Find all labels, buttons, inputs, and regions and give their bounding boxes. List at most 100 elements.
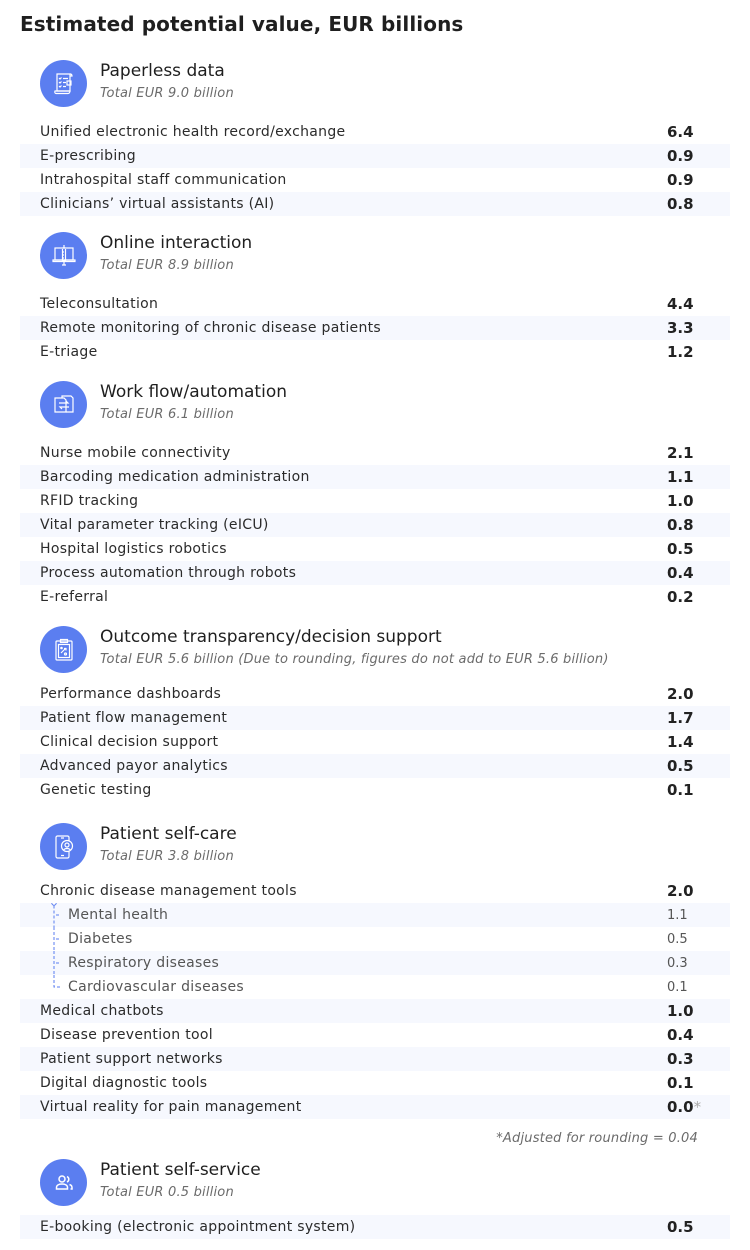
table-row: Patient flow management 1.7 (20, 706, 730, 730)
table-row: Vital parameter tracking (eICU) 0.8 (20, 513, 730, 537)
row-label: Respiratory diseases (68, 955, 220, 971)
table-row: Teleconsultation 4.4 (20, 292, 730, 316)
document-swap-icon (40, 381, 87, 428)
section-title: Patient self-service (100, 1160, 261, 1180)
row-label: Mental health (68, 907, 169, 923)
row-label: Virtual reality for pain management (40, 1099, 302, 1115)
table-row: Disease prevention tool 0.4 (20, 1023, 730, 1047)
table-row: Digital diagnostic tools 0.1 (20, 1071, 730, 1095)
table-row: Unified electronic health record/exchang… (20, 120, 730, 144)
document-checklist-icon (40, 60, 87, 107)
row-label: Unified electronic health record/exchang… (40, 124, 346, 140)
row-value: 6.4 (667, 123, 694, 141)
section-paperless-data: Paperless data Total EUR 9.0 billion Uni… (0, 60, 750, 216)
row-value: 1.1 (667, 907, 688, 923)
clipboard-strategy-icon (40, 626, 87, 673)
phone-patient-icon (40, 823, 87, 870)
section-title: Patient self-care (100, 824, 237, 844)
footnote-marker: * (693, 1098, 702, 1116)
row-label: E-referral (40, 589, 109, 605)
row-label: Digital diagnostic tools (40, 1075, 208, 1091)
table-row: Intrahospital staff communication 0.9 (20, 168, 730, 192)
row-label: Intrahospital staff communication (40, 172, 287, 188)
row-label: E-booking (electronic appointment system… (40, 1219, 356, 1235)
row-value: 0.4 (667, 1026, 694, 1044)
row-value: 0.5 (667, 757, 694, 775)
row-label: Chronic disease management tools (40, 883, 297, 899)
table-row: Medical chatbots 1.0 (20, 999, 730, 1023)
row-value: 0.3 (667, 955, 688, 971)
section-total: Total EUR 6.1 billion (100, 407, 234, 422)
row-label: RFID tracking (40, 493, 139, 509)
table-row: E-referral 0.2 (20, 585, 730, 609)
table-row: Nurse mobile connectivity 2.1 (20, 441, 730, 465)
table-row: Hospital logistics robotics 0.5 (20, 537, 730, 561)
table-subrow: Cardiovascular diseases 0.1 (20, 975, 730, 999)
section-header: Outcome transparency/decision support To… (0, 626, 750, 682)
table-row: E-prescribing 0.9 (20, 144, 730, 168)
row-label: E-triage (40, 344, 98, 360)
section-title: Outcome transparency/decision support (100, 627, 442, 647)
section-total: Total EUR 9.0 billion (100, 86, 234, 101)
section-title: Online interaction (100, 233, 253, 253)
row-label: Remote monitoring of chronic disease pat… (40, 320, 382, 336)
row-label: Clinical decision support (40, 734, 219, 750)
section-header: Online interaction Total EUR 8.9 billion (0, 232, 750, 292)
table-row: Genetic testing 0.1 (20, 778, 730, 802)
row-label: Medical chatbots (40, 1003, 164, 1019)
row-value: 2.1 (667, 444, 694, 462)
table-row: Barcoding medication administration 1.1 (20, 465, 730, 489)
row-label: Cardiovascular diseases (68, 979, 244, 995)
row-value: 0.9 (667, 147, 694, 165)
table-row: E-triage 1.2 (20, 340, 730, 364)
row-value: 2.0 (667, 685, 694, 703)
table-row: Performance dashboards 2.0 (20, 682, 730, 706)
row-label: Nurse mobile connectivity (40, 445, 231, 461)
section-total: Total EUR 5.6 billion (Due to rounding, … (100, 652, 609, 667)
table-row: Advanced payor analytics 0.5 (20, 754, 730, 778)
row-label: E-prescribing (40, 148, 136, 164)
row-value: 0.8 (667, 516, 694, 534)
row-value: 0.2 (667, 588, 694, 606)
table-row: Chronic disease management tools 2.0 (20, 879, 730, 903)
row-value: 0.1 (667, 781, 694, 799)
section-header: Work flow/automation Total EUR 6.1 billi… (0, 381, 750, 441)
users-icon (40, 1159, 87, 1206)
section-title: Work flow/automation (100, 382, 287, 402)
section-header: Patient self-service Total EUR 0.5 billi… (0, 1159, 750, 1215)
row-value: 1.2 (667, 343, 694, 361)
tree-connector-icon (53, 927, 61, 951)
row-value: 3.3 (667, 319, 694, 337)
row-value: 0.5 (667, 540, 694, 558)
row-value: 1.1 (667, 468, 694, 486)
row-label: Advanced payor analytics (40, 758, 228, 774)
row-value: 0.3 (667, 1050, 694, 1068)
table-row: Clinicians’ virtual assistants (AI) 0.8 (20, 192, 730, 216)
row-label: Clinicians’ virtual assistants (AI) (40, 196, 275, 212)
row-label: Teleconsultation (40, 296, 159, 312)
row-value: 1.0 (667, 492, 694, 510)
laptop-syringe-icon (40, 232, 87, 279)
section-patient-self-care: Patient self-care Total EUR 3.8 billion … (0, 823, 750, 1146)
table-row: Process automation through robots 0.4 (20, 561, 730, 585)
section-online-interaction: Online interaction Total EUR 8.9 billion… (0, 232, 750, 364)
page-title: Estimated potential value, EUR billions (20, 12, 464, 36)
value-number: 0.0 (667, 1098, 694, 1116)
section-total: Total EUR 3.8 billion (100, 849, 234, 864)
section-title: Paperless data (100, 61, 225, 81)
table-subrow: Respiratory diseases 0.3 (20, 951, 730, 975)
table-subrow: Mental health 1.1 (20, 903, 730, 927)
footnote: *Adjusted for rounding = 0.04 (496, 1131, 698, 1146)
tree-connector-icon (51, 903, 61, 927)
table-row: RFID tracking 1.0 (20, 489, 730, 513)
table-row: Virtual reality for pain management 0.0* (20, 1095, 730, 1119)
section-header: Paperless data Total EUR 9.0 billion (0, 60, 750, 120)
row-value: 1.4 (667, 733, 694, 751)
row-value: 0.1 (667, 1074, 694, 1092)
section-outcome-transparency: Outcome transparency/decision support To… (0, 626, 750, 802)
row-label: Vital parameter tracking (eICU) (40, 517, 269, 533)
row-value: 4.4 (667, 295, 694, 313)
table-row: Remote monitoring of chronic disease pat… (20, 316, 730, 340)
table-subrow: Diabetes 0.5 (20, 927, 730, 951)
row-value: 0.8 (667, 195, 694, 213)
